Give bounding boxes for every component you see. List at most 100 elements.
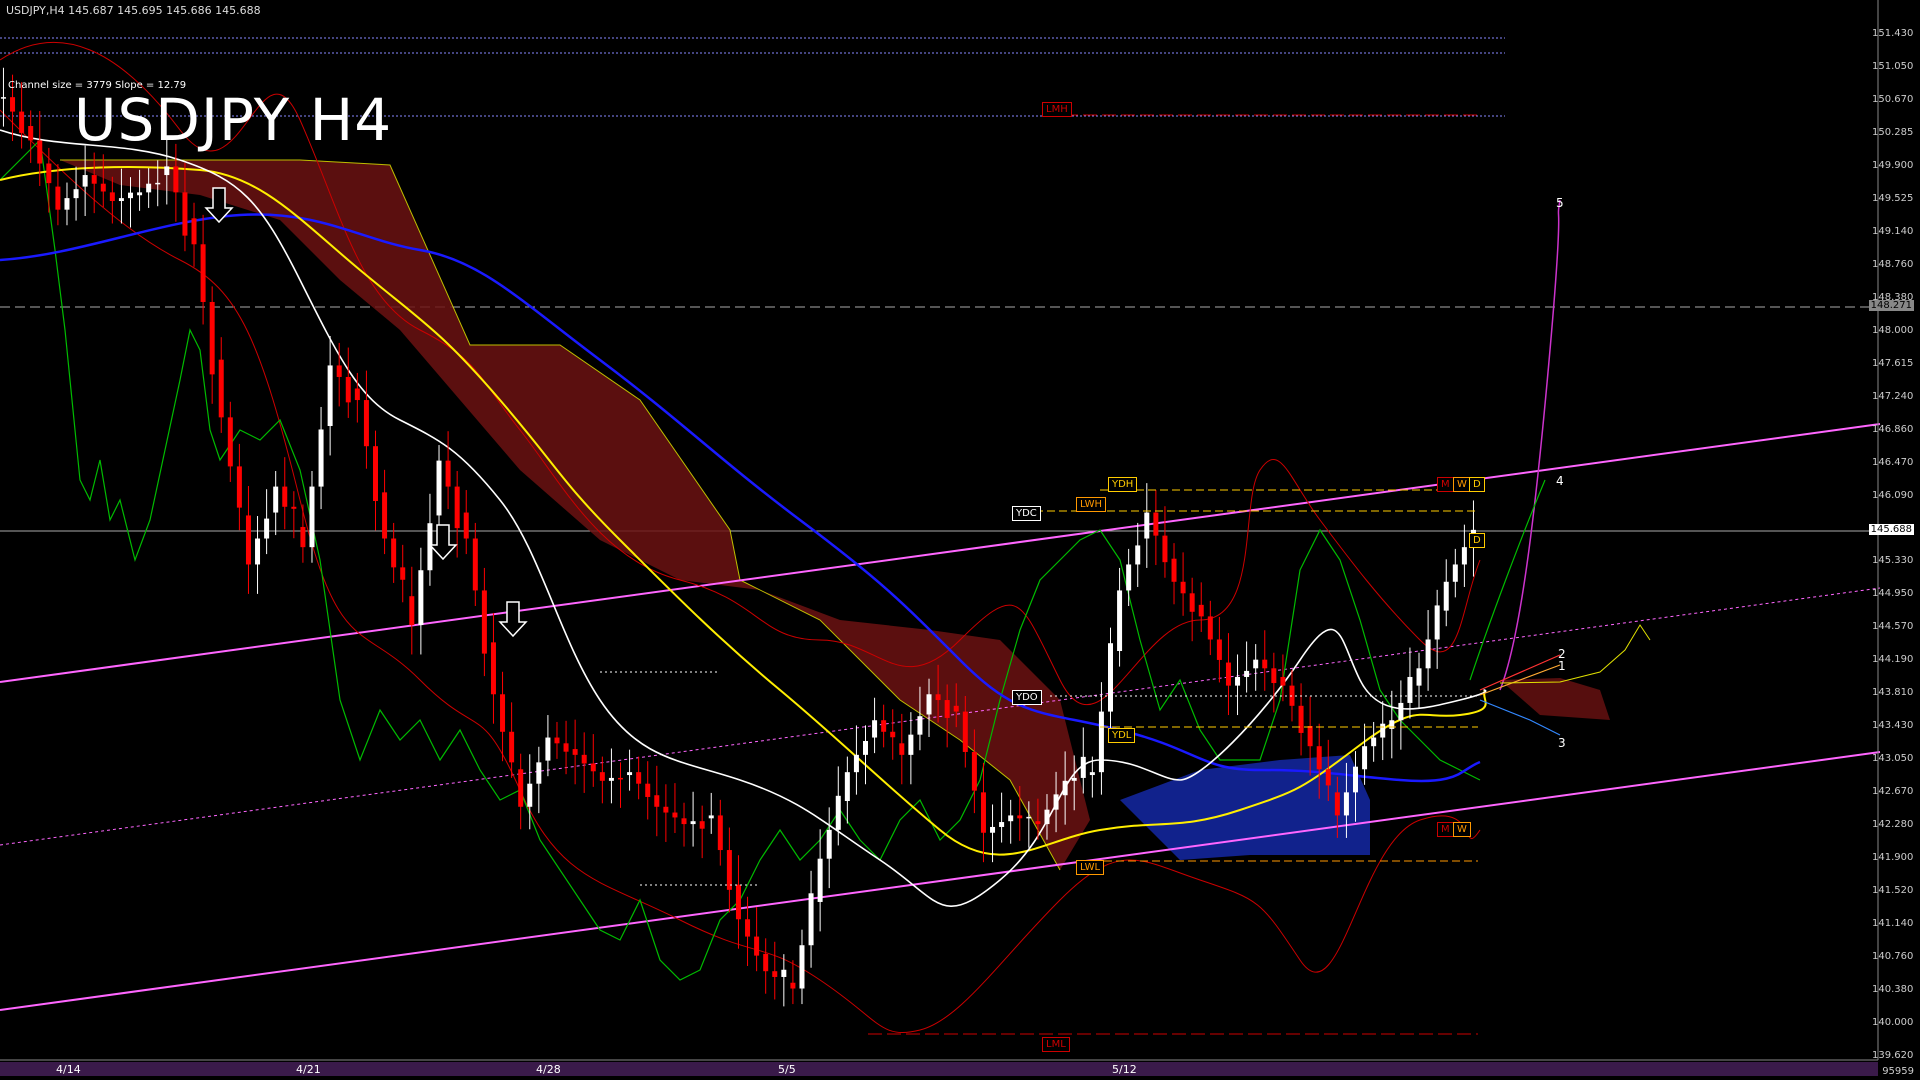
candle-bear <box>282 486 288 507</box>
candle-bear <box>91 175 97 184</box>
candle-bear <box>300 526 306 548</box>
candle-bear <box>1325 769 1331 786</box>
candle-bear <box>55 186 61 210</box>
price-axis-label: 147.240 <box>1872 390 1914 402</box>
price-axis-label: 143.050 <box>1872 753 1914 765</box>
candle-bear <box>962 711 968 752</box>
price-axis-label: 144.190 <box>1872 654 1914 666</box>
lwl-tag: LWL <box>1076 860 1105 875</box>
price-axis-label: 141.140 <box>1872 918 1914 930</box>
price-axis-label: 149.900 <box>1872 159 1914 171</box>
candle-bear <box>726 850 732 890</box>
date-label-5-5: 5/5 <box>778 1063 796 1076</box>
price-axis-label: 151.050 <box>1872 60 1914 72</box>
candle-bull <box>82 175 88 187</box>
symbol-header: USDJPY,H4 145.687 145.695 145.686 145.68… <box>6 4 261 17</box>
candle-bear <box>363 400 369 447</box>
candle-bull <box>917 716 923 735</box>
candle-bear <box>19 111 25 133</box>
candle-bear <box>1280 676 1286 686</box>
candle-bull <box>0 97 6 99</box>
candle-bull <box>1098 711 1104 773</box>
candle-bear <box>563 743 569 752</box>
candle-bull <box>863 741 868 755</box>
candle-bull <box>1008 815 1014 822</box>
candle-bull <box>1434 605 1440 640</box>
candle-bear <box>454 486 460 529</box>
corner-label: 95959 <box>1882 1066 1914 1077</box>
candle-bear <box>654 795 660 807</box>
price-axis-label: 141.520 <box>1872 885 1914 897</box>
candle-bull <box>608 777 614 781</box>
candle-bull <box>137 192 143 196</box>
price-axis-label: 148.760 <box>1872 258 1914 270</box>
candle-bull <box>799 945 805 989</box>
candle-bull <box>1452 564 1458 582</box>
candle-bull <box>255 538 261 565</box>
wave-label-3: 3 <box>1558 736 1566 750</box>
candle-bear <box>1316 746 1322 770</box>
candle-bear <box>554 737 560 744</box>
candle-bear <box>245 515 251 565</box>
candle-bull <box>1461 547 1467 565</box>
ydc-tag: YDC <box>1012 506 1041 521</box>
candle-bear <box>391 538 397 568</box>
candle-bear <box>763 953 769 972</box>
candle-bull <box>1071 777 1077 781</box>
lmh-tag: LMH <box>1042 102 1072 117</box>
candle-bear <box>980 792 986 833</box>
candle-bear <box>944 700 950 718</box>
candle-bull <box>1089 772 1095 776</box>
price-axis-label: 141.900 <box>1872 852 1914 864</box>
candle-bear <box>599 772 605 781</box>
date-label-4-28: 4/28 <box>536 1063 561 1076</box>
candle-bear <box>890 731 896 738</box>
candle-bull <box>708 815 714 819</box>
price-axis-label: 144.570 <box>1872 621 1914 633</box>
candle-bull <box>844 772 850 802</box>
candle-bear <box>1298 705 1304 733</box>
candle-bear <box>472 538 478 591</box>
candle-bear <box>373 446 378 502</box>
price-axis-label: 140.760 <box>1872 951 1914 963</box>
candle-bear <box>881 720 887 732</box>
candle-bear <box>754 936 760 956</box>
candle-bear <box>590 763 596 772</box>
candle-bear <box>173 166 179 193</box>
candle-bear <box>291 506 297 509</box>
candle-bull <box>926 694 932 715</box>
candle-bear <box>445 460 451 487</box>
price-axis-label: 150.670 <box>1872 93 1914 105</box>
candle-bull <box>872 720 878 738</box>
candle-bear <box>500 694 506 732</box>
candle-bear <box>490 642 496 695</box>
candle-bull <box>164 166 170 176</box>
price-axis-label: 148.000 <box>1872 324 1914 336</box>
price-axis-label: 146.090 <box>1872 489 1914 501</box>
candle-bear <box>953 705 959 712</box>
price-axis-label: 146.470 <box>1872 456 1914 468</box>
candle-bull <box>1380 723 1386 738</box>
candle-bull <box>990 826 996 833</box>
candle-bear <box>109 192 115 202</box>
candle-bull <box>1253 659 1259 669</box>
candle-bull <box>808 893 814 946</box>
candle-bull <box>64 198 70 210</box>
candle-bull <box>418 570 424 626</box>
marker-price-box: 148.271 <box>1868 300 1914 311</box>
candle-bull <box>1062 780 1068 796</box>
chart-title: USDJPY H4 <box>74 86 393 154</box>
candle-bull <box>1144 512 1150 539</box>
wave-label-4: 4 <box>1556 474 1564 488</box>
price-axis-label: 139.620 <box>1872 1050 1914 1061</box>
candle-bear <box>1307 726 1313 747</box>
candle-bull <box>436 460 442 516</box>
candle-bear <box>191 218 197 245</box>
candle-bear <box>1334 792 1340 816</box>
price-chart[interactable] <box>0 0 1920 1080</box>
m-bot-tag: M <box>1437 822 1454 837</box>
candle-bull <box>1244 670 1250 677</box>
candle-bear <box>1180 581 1186 594</box>
candle-bear <box>1171 558 1177 582</box>
candle-bull <box>273 486 279 513</box>
